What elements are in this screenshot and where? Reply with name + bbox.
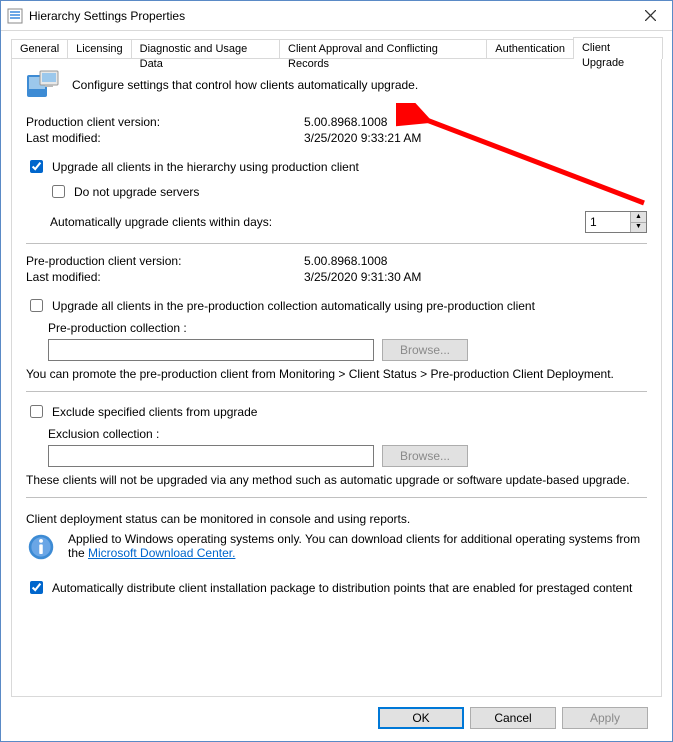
deployment-status-text: Client deployment status can be monitore… [26,512,647,526]
tab-authentication[interactable]: Authentication [486,39,574,59]
tab-general[interactable]: General [11,39,68,59]
do-not-upgrade-servers-label: Do not upgrade servers [74,185,199,199]
days-input[interactable] [586,212,630,232]
cancel-button[interactable]: Cancel [470,707,556,729]
preprod-modified-label: Last modified: [26,270,304,284]
do-not-upgrade-servers-checkbox[interactable] [52,185,65,198]
prod-version-label: Production client version: [26,115,304,129]
upgrade-all-checkbox[interactable] [30,160,43,173]
tab-client-upgrade[interactable]: Client Upgrade [573,37,663,59]
divider-2 [26,391,647,392]
exclude-label: Exclude specified clients from upgrade [52,405,257,419]
auto-distribute-row[interactable]: Automatically distribute client installa… [26,578,632,597]
properties-window: Hierarchy Settings Properties General Li… [0,0,673,742]
applied-text: Applied to Windows operating systems onl… [68,532,647,560]
close-button[interactable] [630,2,670,30]
upgrade-preprod-checkbox[interactable] [30,299,43,312]
auto-distribute-checkbox[interactable] [30,581,43,594]
prod-version-value: 5.00.8968.1008 [304,115,387,129]
preprod-version-row: Pre-production client version: 5.00.8968… [26,254,647,268]
tab-client-approval[interactable]: Client Approval and Conflicting Records [279,39,487,59]
prod-version-row: Production client version: 5.00.8968.100… [26,115,647,129]
days-up-button[interactable]: ▲ [631,212,646,223]
upgrade-preprod-checkbox-row[interactable]: Upgrade all clients in the pre-productio… [26,296,535,315]
preprod-browse-button[interactable]: Browse... [382,339,468,361]
exclude-note: These clients will not be upgraded via a… [26,473,647,487]
preprod-modified-row: Last modified: 3/25/2020 9:31:30 AM [26,270,647,284]
intro-row: Configure settings that control how clie… [26,69,647,101]
dialog-footer: OK Cancel Apply [11,697,662,741]
exclusion-collection-row: Browse... [48,445,647,467]
apply-button[interactable]: Apply [562,707,648,729]
tab-panel-client-upgrade: Configure settings that control how clie… [11,58,662,697]
upgrade-all-checkbox-row[interactable]: Upgrade all clients in the hierarchy usi… [26,157,359,176]
exclusion-browse-button[interactable]: Browse... [382,445,468,467]
preprod-version-label: Pre-production client version: [26,254,304,268]
preprod-version-value: 5.00.8968.1008 [304,254,387,268]
app-icon [7,8,23,24]
titlebar: Hierarchy Settings Properties [1,1,672,31]
preprod-collection-input[interactable] [48,339,374,361]
divider-1 [26,243,647,244]
content-area: General Licensing Diagnostic and Usage D… [1,31,672,741]
tab-licensing[interactable]: Licensing [67,39,131,59]
info-icon [26,532,56,562]
days-spinner[interactable]: ▲ ▼ [585,211,647,233]
preprod-collection-row: Browse... [48,339,647,361]
preprod-collection-label: Pre-production collection : [48,321,647,335]
auto-distribute-label: Automatically distribute client installa… [52,581,632,595]
upgrade-icon [26,69,60,101]
exclusion-collection-input[interactable] [48,445,374,467]
download-center-link[interactable]: Microsoft Download Center. [88,546,235,560]
tab-strip: General Licensing Diagnostic and Usage D… [11,37,662,59]
tab-diagnostic[interactable]: Diagnostic and Usage Data [131,39,280,59]
intro-text: Configure settings that control how clie… [72,78,418,92]
upgrade-all-label: Upgrade all clients in the hierarchy usi… [52,160,359,174]
preprod-modified-value: 3/25/2020 9:31:30 AM [304,270,421,284]
exclude-checkbox[interactable] [30,405,43,418]
exclusion-collection-label: Exclusion collection : [48,427,647,441]
auto-upgrade-days-label: Automatically upgrade clients within day… [50,215,585,229]
do-not-upgrade-servers-row[interactable]: Do not upgrade servers [48,182,199,201]
auto-upgrade-days-row: Automatically upgrade clients within day… [50,211,647,233]
ok-button[interactable]: OK [378,707,464,729]
prod-modified-row: Last modified: 3/25/2020 9:33:21 AM [26,131,647,145]
exclude-checkbox-row[interactable]: Exclude specified clients from upgrade [26,402,257,421]
upgrade-preprod-label: Upgrade all clients in the pre-productio… [52,299,535,313]
days-down-button[interactable]: ▼ [631,223,646,233]
prod-modified-label: Last modified: [26,131,304,145]
preprod-promote-text: You can promote the pre-production clien… [26,367,647,381]
window-title: Hierarchy Settings Properties [29,9,630,23]
applied-info-row: Applied to Windows operating systems onl… [26,532,647,562]
divider-3 [26,497,647,498]
prod-modified-value: 3/25/2020 9:33:21 AM [304,131,421,145]
